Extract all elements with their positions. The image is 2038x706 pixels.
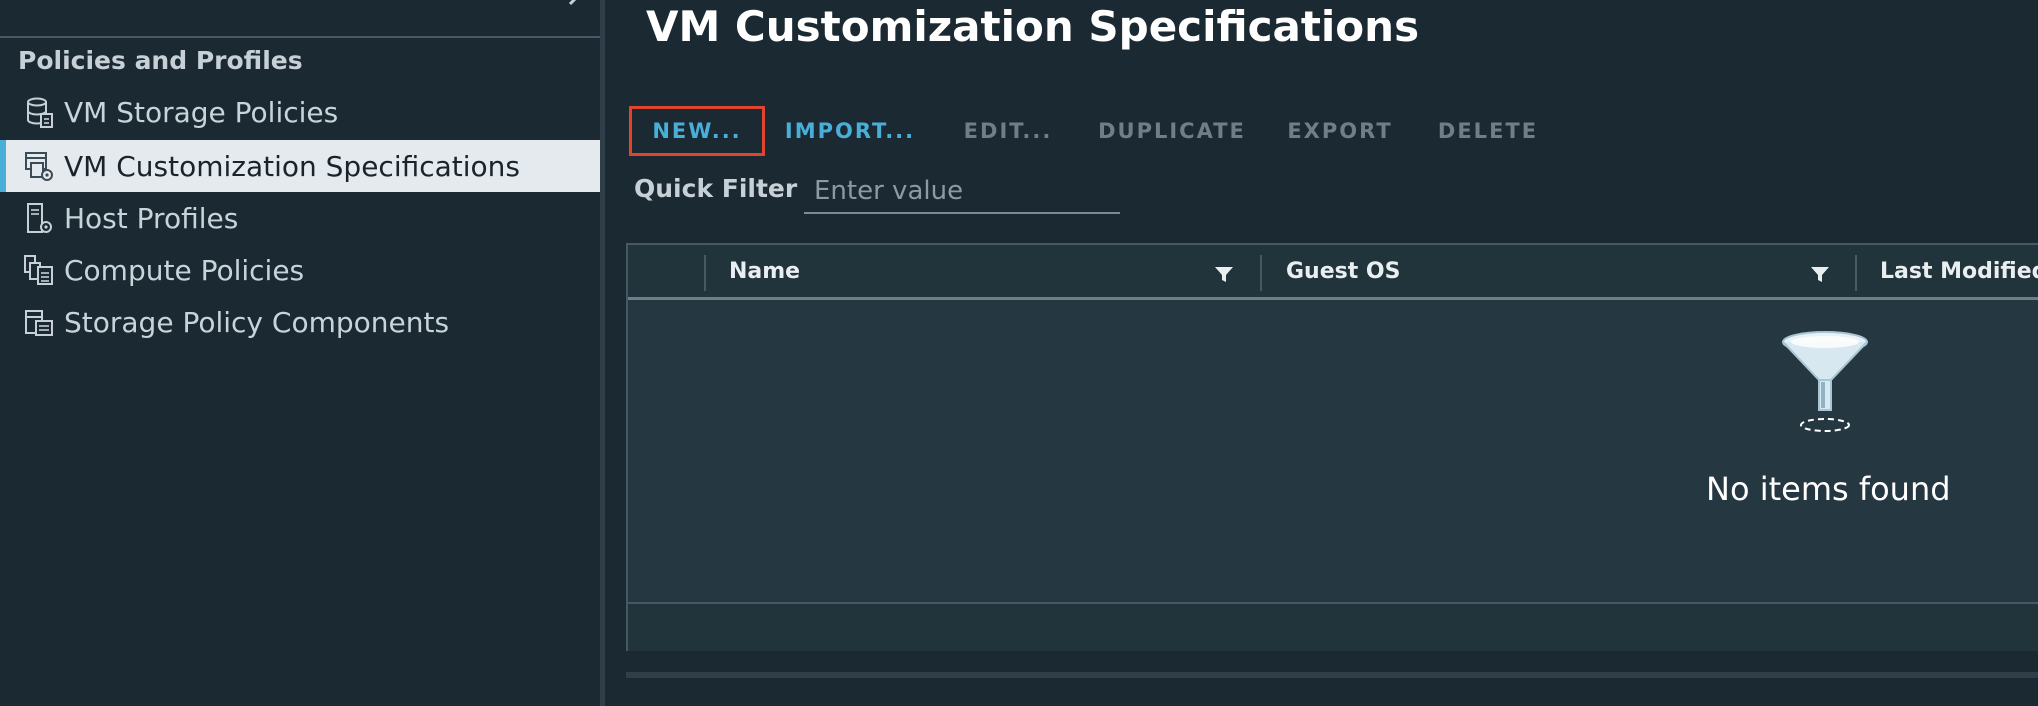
sidebar-item-label: Host Profiles <box>64 201 239 235</box>
chevron-left-icon[interactable] <box>566 0 588 16</box>
quick-filter-label: Quick Filter <box>634 174 798 203</box>
selected-indicator <box>0 140 6 192</box>
import-button[interactable]: IMPORT... <box>780 106 920 156</box>
sidebar-item-host-profiles[interactable]: Host Profiles <box>0 192 600 244</box>
page-title: VM Customization Specifications <box>646 2 1420 51</box>
new-button[interactable]: NEW... <box>629 106 765 156</box>
sidebar-item-label: Storage Policy Components <box>64 305 450 339</box>
column-separator[interactable] <box>1855 255 1857 291</box>
sidebar-divider <box>0 36 600 38</box>
grid-header: Name Guest OS Last Modified <box>628 245 2038 300</box>
storage-policy-icon <box>27 97 53 128</box>
sidebar-item-label: VM Storage Policies <box>64 95 339 129</box>
column-separator[interactable] <box>704 255 706 291</box>
sidebar: Policies and Profiles VM Storage Policie… <box>0 0 600 706</box>
storage-component-icon <box>25 310 53 336</box>
sidebar-item-vm-storage-policies[interactable]: VM Storage Policies <box>0 86 600 138</box>
duplicate-button[interactable]: DUPLICATE <box>1094 106 1250 156</box>
grid-footer <box>628 602 2038 651</box>
sidebar-splitter[interactable] <box>600 0 605 706</box>
customization-spec-icon <box>25 152 53 181</box>
horizontal-scrollbar[interactable] <box>626 672 2038 678</box>
empty-state-message: No items found <box>1706 470 1951 508</box>
edit-button[interactable]: EDIT... <box>958 106 1058 156</box>
column-separator[interactable] <box>1260 255 1262 291</box>
empty-filter-funnel-icon <box>1782 331 1868 432</box>
filter-icon[interactable] <box>1809 263 1831 285</box>
filter-icon[interactable] <box>1213 263 1235 285</box>
column-header-name[interactable]: Name <box>729 259 800 284</box>
sidebar-item-vm-customization-specifications[interactable]: VM Customization Specifications <box>0 140 600 192</box>
sidebar-heading: Policies and Profiles <box>18 46 303 75</box>
export-button[interactable]: EXPORT <box>1284 106 1396 156</box>
delete-button[interactable]: DELETE <box>1432 106 1544 156</box>
column-header-guest-os[interactable]: Guest OS <box>1286 259 1400 284</box>
datagrid: Name Guest OS Last Modified <box>626 243 2038 651</box>
sidebar-item-label: VM Customization Specifications <box>64 149 521 183</box>
quick-filter-input[interactable] <box>804 170 1120 214</box>
compute-policy-icon <box>24 255 53 285</box>
sidebar-item-storage-policy-components[interactable]: Storage Policy Components <box>0 296 600 348</box>
host-profile-icon <box>27 203 52 233</box>
sidebar-item-compute-policies[interactable]: Compute Policies <box>0 244 600 296</box>
column-header-last-modified[interactable]: Last Modified <box>1880 259 2038 284</box>
sidebar-item-label: Compute Policies <box>64 253 305 287</box>
